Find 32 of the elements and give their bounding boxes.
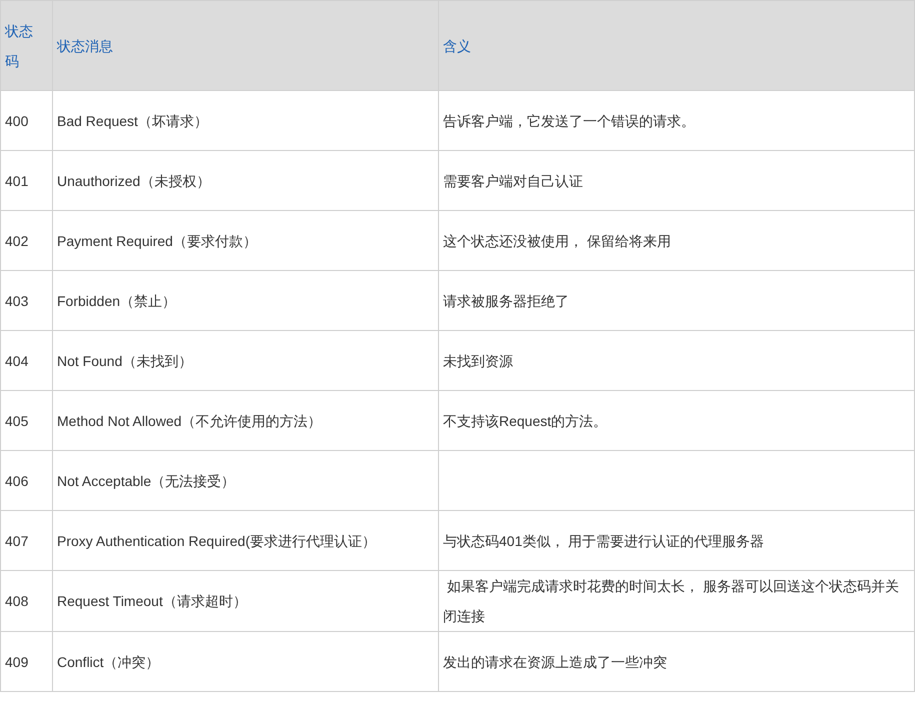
table-cell: 告诉客户端，它发送了一个错误的请求。 [438,90,914,150]
table-cell: 406 [0,450,52,510]
table-cell: Not Found（未找到） [52,330,438,390]
table-cell: 405 [0,390,52,450]
table-cell: Method Not Allowed（不允许使用的方法） [52,390,438,450]
table-cell: 这个状态还没被使用， 保留给将来用 [438,210,914,270]
table-cell: Not Acceptable（无法接受） [52,450,438,510]
table-cell: 409 [0,632,52,692]
table-cell: 404 [0,330,52,390]
table-cell: 请求被服务器拒绝了 [438,270,914,330]
table-cell: 400 [0,90,52,150]
table-cell: Payment Required（要求付款） [52,210,438,270]
table-cell: Forbidden（禁止） [52,270,438,330]
table-cell: Unauthorized（未授权） [52,150,438,210]
column-header: 含义 [438,0,914,90]
table-cell: 407 [0,510,52,570]
table-cell: 与状态码401类似， 用于需要进行认证的代理服务器 [438,510,914,570]
table-cell: 发出的请求在资源上造成了一些冲突 [438,632,914,692]
column-header: 状态消息 [52,0,438,90]
table-cell: Bad Request（坏请求） [52,90,438,150]
table-cell: 如果客户端完成请求时花费的时间太长， 服务器可以回送这个状态码并关闭连接 [438,570,914,632]
table-cell: 401 [0,150,52,210]
table-cell: 402 [0,210,52,270]
table-cell: Proxy Authentication Required(要求进行代理认证） [52,510,438,570]
table-cell: 需要客户端对自己认证 [438,150,914,210]
table-cell: 不支持该Request的方法。 [438,390,914,450]
table-cell: Request Timeout（请求超时） [52,570,438,632]
column-header: 状态码 [0,0,52,90]
table-cell: 未找到资源 [438,330,914,390]
table-cell: Conflict（冲突） [52,632,438,692]
table-cell: 408 [0,570,52,632]
table-cell: 403 [0,270,52,330]
